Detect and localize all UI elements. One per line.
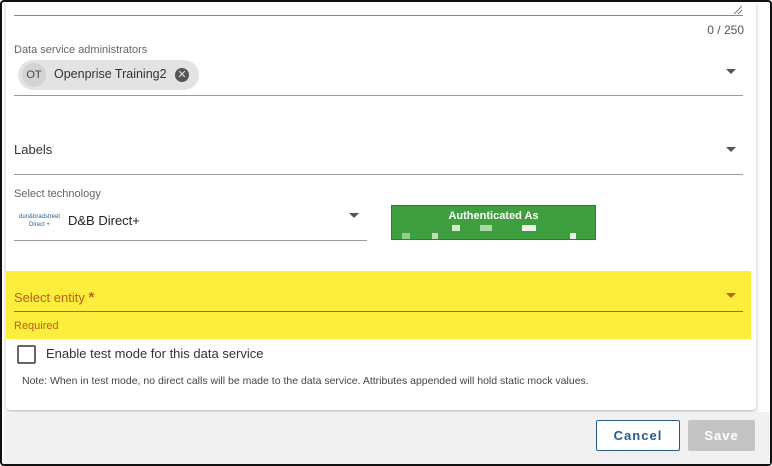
redacted-pixel <box>570 233 576 239</box>
save-button[interactable]: Save <box>688 420 755 451</box>
test-mode-note: Note: When in test mode, no direct calls… <box>22 375 589 387</box>
avatar: OT <box>22 63 46 87</box>
chevron-down-icon[interactable] <box>726 147 736 152</box>
technology-underline <box>14 240 367 241</box>
technology-select[interactable]: D&B Direct+ <box>68 213 140 228</box>
chevron-down-icon[interactable] <box>726 293 736 298</box>
chevron-down-icon[interactable] <box>349 213 359 218</box>
admin-chip: OT Openprise Training2 ✕ <box>18 60 199 90</box>
test-mode-label[interactable]: Enable test mode for this data service <box>46 346 264 361</box>
entity-field-highlight <box>6 271 751 339</box>
redacted-pixel <box>480 225 492 231</box>
chevron-down-icon[interactable] <box>726 69 736 74</box>
description-textarea-underline[interactable] <box>14 15 743 16</box>
labels-underline <box>14 174 743 175</box>
entity-underline <box>14 311 743 312</box>
close-circle-icon[interactable]: ✕ <box>175 68 189 82</box>
entity-label-text: Select entity <box>14 290 85 305</box>
cancel-button[interactable]: Cancel <box>596 420 680 451</box>
administrators-underline <box>14 95 743 96</box>
required-asterisk: * <box>88 289 95 306</box>
authenticated-as-title: Authenticated As <box>448 210 539 222</box>
test-mode-checkbox[interactable] <box>17 345 36 364</box>
resize-handle-icon[interactable] <box>733 5 743 15</box>
char-counter: 0 / 250 <box>707 23 744 37</box>
redacted-pixel <box>402 233 410 239</box>
redacted-pixel <box>452 225 460 231</box>
admin-chip-name: Openprise Training2 <box>54 67 167 81</box>
redacted-pixel <box>432 233 438 239</box>
authenticated-as-panel: Authenticated As <box>391 205 596 240</box>
administrators-label: Data service administrators <box>14 44 148 56</box>
labels-select[interactable]: Labels <box>14 142 52 157</box>
entity-select[interactable]: Select entity * <box>14 289 94 306</box>
redacted-pixel <box>522 225 536 231</box>
dnb-logo: dun&bradstreet Direct + <box>18 214 61 228</box>
entity-error-text: Required <box>14 320 59 332</box>
technology-label: Select technology <box>14 188 101 200</box>
